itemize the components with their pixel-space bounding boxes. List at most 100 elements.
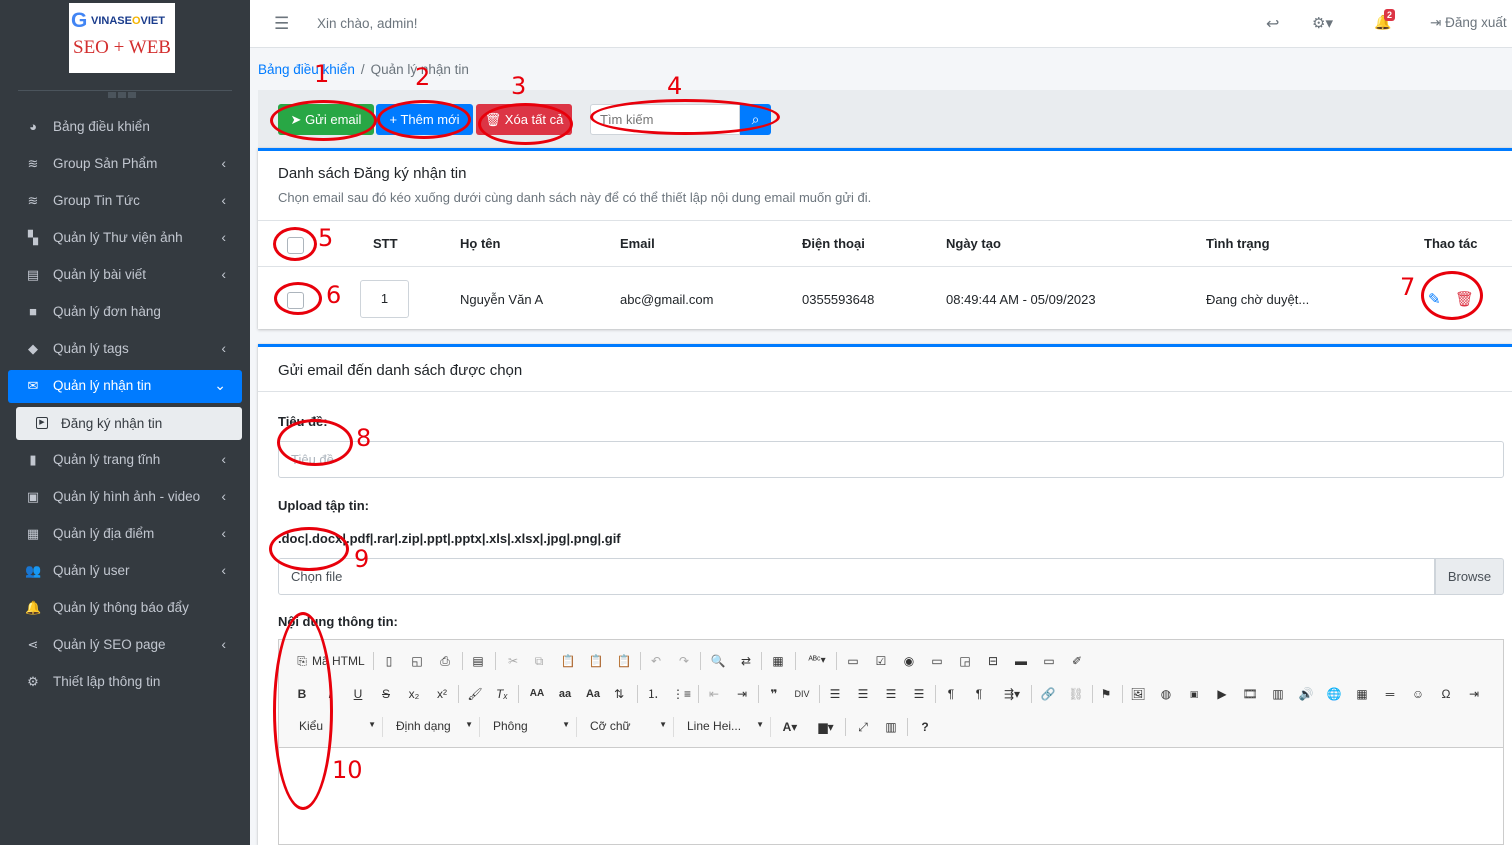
templates-icon[interactable]: ▤ [469, 652, 487, 670]
find-icon[interactable]: 🔍 [709, 652, 727, 670]
text-color-icon[interactable]: A▾ [777, 718, 803, 736]
blockquote-icon[interactable]: ❞ [765, 685, 783, 703]
sidebar-item-product-group[interactable]: ≋ Group Sản Phẩm ‹ [8, 148, 242, 181]
strike-icon[interactable]: S [377, 685, 395, 703]
new-page-icon[interactable]: ▯ [380, 652, 398, 670]
sidebar-item-settings[interactable]: ⚙ Thiết lập thông tin [8, 666, 242, 699]
align-center-icon[interactable]: ☰ [854, 685, 872, 703]
outdent-icon[interactable]: ⇤ [705, 685, 723, 703]
ltr-icon[interactable]: ¶ [942, 685, 960, 703]
copy-icon[interactable]: ⧉ [530, 652, 548, 670]
paste-text-icon[interactable]: 📋 [587, 652, 605, 670]
file-input[interactable]: Chọn file [278, 558, 1435, 595]
copy-format-icon[interactable]: 🖌 [466, 685, 484, 703]
redo-icon[interactable]: ↷ [675, 652, 693, 670]
preview-icon[interactable]: ◱ [408, 652, 426, 670]
align-justify-icon[interactable]: ☰ [910, 685, 928, 703]
textarea-icon[interactable]: ◲ [956, 652, 974, 670]
iframe-globe-icon[interactable]: 🌐 [1325, 685, 1343, 703]
editor-content-area[interactable] [279, 749, 1503, 844]
breadcrumb-home-link[interactable]: Bảng điều khiển [258, 62, 355, 77]
subject-input[interactable] [278, 441, 1504, 478]
superscript-icon[interactable]: x² [433, 685, 451, 703]
sidebar-subitem-newsletter-signups[interactable]: ▶ Đăng ký nhận tin [16, 407, 242, 440]
video-icon[interactable]: 🎞 [1241, 685, 1259, 703]
sidebar-item-orders[interactable]: ■ Quản lý đơn hàng [8, 296, 242, 329]
settings-dropdown-icon[interactable]: ⚙▾ [1312, 14, 1333, 32]
help-icon[interactable]: ? [916, 718, 934, 736]
sidebar-item-static-pages[interactable]: ▮ Quản lý trang tĩnh ‹ [8, 444, 242, 477]
line-height-dropdown[interactable]: Line Hei... ▼ [679, 717, 771, 737]
table-icon[interactable]: ▦ [1353, 685, 1371, 703]
undo-icon[interactable]: ↶ [647, 652, 665, 670]
youtube-icon[interactable]: ▣ [1185, 685, 1203, 703]
paste-word-icon[interactable]: 📋 [615, 652, 633, 670]
image-button-icon[interactable]: ▭ [1040, 652, 1058, 670]
select-all-icon[interactable]: ▦ [769, 652, 787, 670]
logout-link[interactable]: ⇥ Đăng xuất [1430, 15, 1507, 31]
sidebar-item-gallery[interactable]: ▚ Quản lý Thư viện ảnh ‹ [8, 222, 242, 255]
sidebar-item-news-group[interactable]: ≋ Group Tin Tức ‹ [8, 185, 242, 218]
unlink-icon[interactable]: ⛓ [1067, 685, 1085, 703]
browse-button[interactable]: Browse [1435, 558, 1504, 595]
numbered-list-icon[interactable]: ⒈ [644, 685, 662, 703]
sidebar-item-seo-page[interactable]: ⋖ Quản lý SEO page ‹ [8, 629, 242, 662]
hamburger-menu-icon[interactable]: ☰ [274, 14, 289, 34]
back-arrow-icon[interactable]: ↩ [1266, 14, 1279, 34]
hidden-field-icon[interactable]: ✐ [1068, 652, 1086, 670]
logo[interactable]: G VINASEOVIET SEO + WEB [69, 3, 175, 73]
font-dropdown[interactable]: Phông ▼ [485, 717, 577, 737]
bg-color-icon[interactable]: ▆▾ [813, 718, 839, 736]
replace-icon[interactable]: ⇄ [737, 652, 755, 670]
align-left-icon[interactable]: ☰ [826, 685, 844, 703]
lowercase-icon[interactable]: aa [554, 685, 576, 703]
remove-format-icon[interactable]: Tₓ [493, 685, 511, 703]
button-icon[interactable]: ▬ [1012, 652, 1030, 670]
select-field-icon[interactable]: ⊟ [984, 652, 1002, 670]
flash-icon[interactable]: ◍ [1157, 685, 1175, 703]
language-icon[interactable]: ⇶▾ [998, 685, 1026, 703]
case-toggle-icon[interactable]: ⇅ [610, 685, 628, 703]
sidebar-item-dashboard[interactable]: ◕ Bảng điều khiển [8, 111, 242, 144]
horizontal-rule-icon[interactable]: ═ [1381, 685, 1399, 703]
play-icon[interactable]: ▶ [1213, 685, 1231, 703]
radio-icon[interactable]: ◉ [900, 652, 918, 670]
format-dropdown[interactable]: Định dạng ▼ [388, 717, 480, 737]
sidebar-item-push-notifications[interactable]: 🔔 Quản lý thông báo đẩy [8, 592, 242, 625]
print-icon[interactable]: ⎙ [436, 652, 454, 670]
form-icon[interactable]: ▭ [844, 652, 862, 670]
div-container-icon[interactable]: DIV [793, 685, 811, 703]
image-icon[interactable]: 🖼 [1129, 685, 1147, 703]
link-icon[interactable]: 🔗 [1039, 685, 1057, 703]
subscript-icon[interactable]: x₂ [405, 685, 423, 703]
bulleted-list-icon[interactable]: ⋮≡ [672, 685, 691, 703]
sidebar-item-articles[interactable]: ▤ Quản lý bài viết ‹ [8, 259, 242, 292]
annotation-number: 8 [356, 424, 372, 452]
smiley-icon[interactable]: ☺ [1409, 685, 1427, 703]
maximize-icon[interactable]: ⤢ [854, 718, 872, 736]
sidebar-item-locations[interactable]: ▦ Quản lý địa điểm ‹ [8, 518, 242, 551]
paste-icon[interactable]: 📋 [559, 652, 577, 670]
anchor-flag-icon[interactable]: ⚑ [1097, 685, 1115, 703]
font-size-dropdown[interactable]: Cỡ chữ ▼ [582, 717, 674, 737]
sidebar-item-media[interactable]: ▣ Quản lý hình ảnh - video ‹ [8, 481, 242, 514]
rtl-icon[interactable]: ¶ [970, 685, 988, 703]
checkbox-icon[interactable]: ☑ [872, 652, 890, 670]
titlecase-icon[interactable]: Aa [582, 685, 604, 703]
indent-icon[interactable]: ⇥ [733, 685, 751, 703]
textfield-icon[interactable]: ▭ [928, 652, 946, 670]
sidebar-item-users[interactable]: 👥 Quản lý user ‹ [8, 555, 242, 588]
audio-icon[interactable]: 🔊 [1297, 685, 1315, 703]
align-right-icon[interactable]: ☰ [882, 685, 900, 703]
cut-icon[interactable]: ✂ [504, 652, 522, 670]
page-break-icon[interactable]: ⇥ [1465, 685, 1483, 703]
row-order-input[interactable]: 1 [360, 280, 409, 318]
uppercase-icon[interactable]: AA [526, 685, 548, 703]
sidebar-item-tags[interactable]: ◆ Quản lý tags ‹ [8, 333, 242, 366]
underline-icon[interactable]: U [349, 685, 367, 703]
spellcheck-icon[interactable]: ᴬᴮᶜ▾ [803, 652, 831, 670]
film-icon[interactable]: ▥ [1269, 685, 1287, 703]
sidebar-item-newsletter[interactable]: ✉ Quản lý nhận tin ⌄ [8, 370, 242, 403]
show-blocks-icon[interactable]: ▥ [882, 718, 900, 736]
special-char-icon[interactable]: Ω [1437, 685, 1455, 703]
